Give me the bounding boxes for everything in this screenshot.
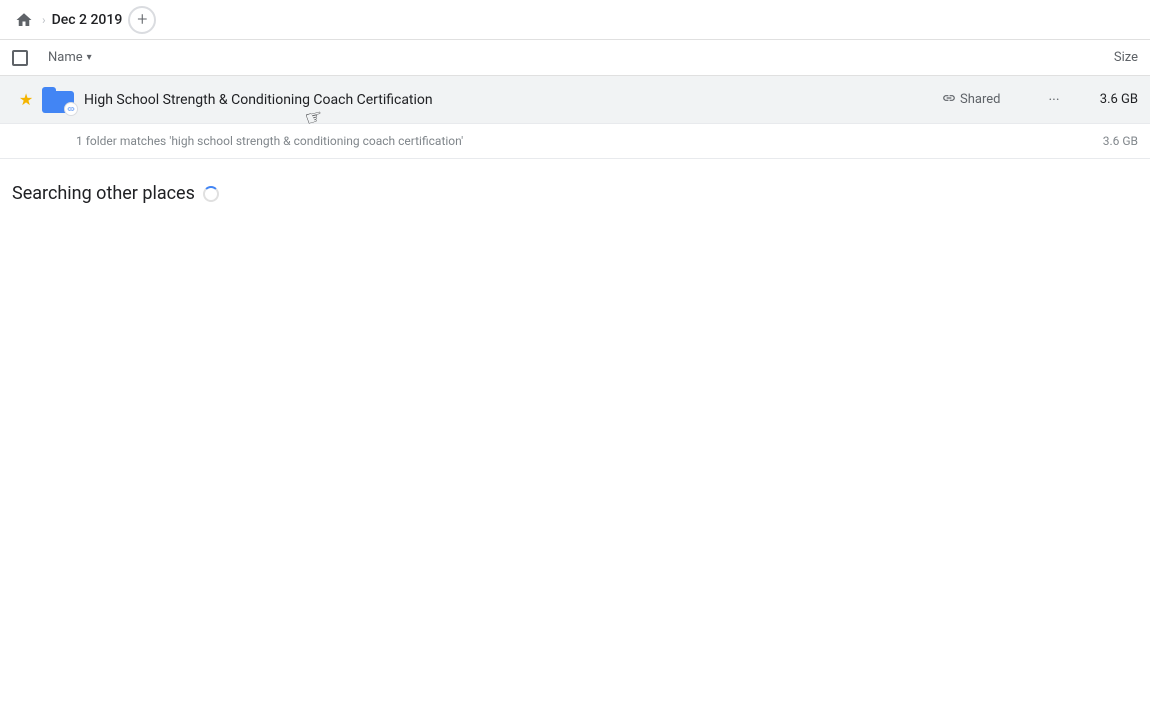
folder-icon-container bbox=[40, 82, 76, 118]
column-headers: Name ▾ Size bbox=[0, 40, 1150, 76]
match-info-row: 1 folder matches 'high school strength &… bbox=[0, 124, 1150, 159]
name-sort-arrow: ▾ bbox=[87, 52, 92, 63]
select-all-checkbox-container bbox=[12, 50, 48, 66]
loading-spinner bbox=[203, 186, 219, 202]
name-column-label: Name bbox=[48, 50, 83, 65]
match-info-text: 1 folder matches 'high school strength &… bbox=[76, 134, 463, 148]
link-icon bbox=[942, 91, 956, 109]
add-button[interactable]: + bbox=[128, 6, 156, 34]
searching-title: Searching other places bbox=[12, 183, 1138, 204]
select-all-checkbox[interactable] bbox=[12, 50, 28, 66]
file-name[interactable]: High School Strength & Conditioning Coac… bbox=[84, 92, 942, 108]
breadcrumb-chevron: › bbox=[42, 13, 46, 27]
shared-link-overlay-icon bbox=[64, 102, 78, 116]
shared-label: Shared bbox=[960, 92, 1000, 107]
name-column-header[interactable]: Name ▾ bbox=[48, 50, 1058, 65]
star-button[interactable]: ★ bbox=[12, 90, 40, 109]
searching-title-text: Searching other places bbox=[12, 183, 195, 204]
shared-indicator: Shared bbox=[942, 91, 1022, 109]
more-icon: ··· bbox=[1049, 92, 1060, 108]
more-options-button[interactable]: ··· bbox=[1038, 84, 1070, 116]
searching-section: Searching other places bbox=[0, 159, 1150, 228]
match-info-size: 3.6 GB bbox=[1103, 134, 1138, 148]
size-column-header: Size bbox=[1058, 50, 1138, 65]
file-size: 3.6 GB bbox=[1078, 92, 1138, 107]
home-button[interactable] bbox=[12, 8, 36, 32]
breadcrumb-date: Dec 2 2019 bbox=[52, 12, 123, 28]
top-bar: › Dec 2 2019 + bbox=[0, 0, 1150, 40]
file-row[interactable]: ★ High School Strength & Conditioning Co… bbox=[0, 76, 1150, 124]
